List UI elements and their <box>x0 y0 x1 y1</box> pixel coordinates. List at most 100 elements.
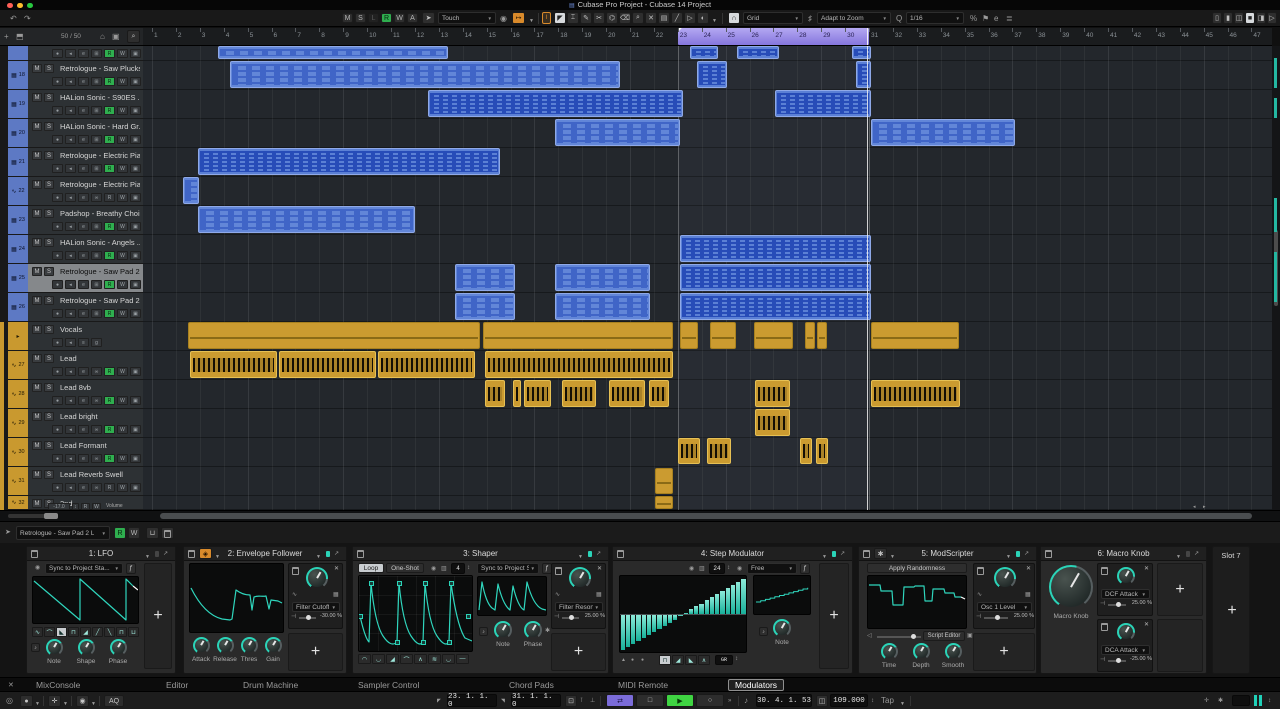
slider-handle[interactable] <box>995 615 1001 620</box>
write-automation-button[interactable]: W <box>117 193 128 202</box>
track-name[interactable]: Retrologue - Electric Pia...rt <box>60 180 140 189</box>
audio-quantize-button[interactable]: AQ <box>104 695 124 707</box>
midi-event[interactable] <box>455 293 515 320</box>
automation-mode-dropdown[interactable]: Touch ▼ <box>438 12 496 24</box>
monitor-icon[interactable]: ◂ <box>65 193 76 202</box>
volume-icon[interactable]: ◁ <box>867 632 872 639</box>
trash-icon[interactable] <box>977 567 984 575</box>
snap-point-button[interactable]: ✛ <box>48 695 61 707</box>
step-tool-0[interactable]: ▲ <box>621 657 626 663</box>
lfo-shape-7[interactable]: ⊓ <box>116 627 127 637</box>
edit-instrument-icon[interactable]: ▣ <box>130 483 141 492</box>
step-bar[interactable] <box>736 582 741 614</box>
curve-preset-4[interactable]: ∧ <box>414 654 427 664</box>
undo-icon[interactable]: ↶ <box>10 14 17 24</box>
playhead-marker[interactable] <box>867 28 868 45</box>
curve-type-icon[interactable]: ∿ <box>977 591 982 598</box>
trash-icon[interactable] <box>555 567 562 575</box>
edit-instrument-icon[interactable]: ▣ <box>130 367 141 376</box>
step-bar[interactable] <box>699 603 704 614</box>
curve-handle[interactable] <box>449 581 454 586</box>
trash-icon[interactable] <box>292 567 299 575</box>
read-automation-button[interactable]: R <box>114 527 126 539</box>
grid-type-dropdown[interactable]: Adapt to Zoom ▼ <box>817 12 891 24</box>
edit-channel-icon[interactable]: e <box>78 280 89 289</box>
audio-activity-icon[interactable]: ◎ <box>6 696 13 706</box>
midi-event[interactable] <box>680 293 871 320</box>
curve-handle[interactable] <box>421 640 426 645</box>
freeze-icon[interactable]: ⊞ <box>91 222 102 231</box>
modscripter-display[interactable] <box>867 575 967 629</box>
redo-icon[interactable]: ↷ <box>24 14 31 24</box>
punch-out-icon[interactable]: ⊥ <box>590 696 595 706</box>
mute-button[interactable]: M <box>32 267 42 276</box>
audio-event[interactable] <box>485 380 505 407</box>
edit-instrument-icon[interactable]: ▣ <box>130 425 141 434</box>
monitor-icon[interactable]: ◂ <box>65 106 76 115</box>
midi-event[interactable] <box>690 46 718 59</box>
curve-preset-3[interactable]: ⌒ <box>400 654 413 664</box>
note-sync-button[interactable]: ♪ <box>479 627 488 636</box>
step-bar[interactable] <box>741 579 746 614</box>
track-color-band[interactable]: ∿ 27 <box>8 351 28 379</box>
lfo-shape-3[interactable]: ⊓ <box>68 627 79 637</box>
suspend-automation-icon[interactable]: ◉ <box>500 14 507 24</box>
midi-event[interactable] <box>680 235 871 262</box>
chevron-down-icon[interactable]: ▼ <box>35 699 40 709</box>
write-automation-button[interactable]: W <box>117 396 128 405</box>
read-automation-button[interactable]: R <box>104 280 115 289</box>
midi-event[interactable] <box>871 119 1015 146</box>
track-name[interactable]: Lead Formant <box>60 441 140 450</box>
midi-event[interactable] <box>198 206 415 233</box>
curve-handle[interactable] <box>466 614 471 619</box>
amount-slider[interactable] <box>984 615 1008 620</box>
track-color-band[interactable]: ▸ <box>8 322 28 350</box>
stop-button[interactable]: □ <box>636 694 664 707</box>
curve-type-icon[interactable]: ∿ <box>555 591 560 598</box>
record-enable-icon[interactable]: ● <box>52 425 63 434</box>
audio-event[interactable] <box>649 380 669 407</box>
solo-button[interactable]: S <box>44 354 54 363</box>
midi-event[interactable] <box>680 264 871 291</box>
trash-icon[interactable] <box>357 550 364 558</box>
event-display[interactable]: ◂ ▸ <box>143 46 1272 510</box>
part-event[interactable] <box>680 322 698 349</box>
solo-button[interactable]: S <box>44 383 54 392</box>
curve-preset-1[interactable]: ◡ <box>372 654 385 664</box>
steps-stepper[interactable]: ↕ <box>727 565 730 571</box>
edit-instrument-icon[interactable]: ▣ <box>130 77 141 86</box>
snap-icon[interactable]: ∩ <box>728 12 740 24</box>
monitor-icon[interactable]: ◂ <box>65 338 76 347</box>
tab-modulators[interactable]: Modulators <box>728 679 785 691</box>
mute-button[interactable]: M <box>32 238 42 247</box>
mute-button[interactable]: M <box>32 296 42 305</box>
cursor-icon[interactable]: ➤ <box>422 12 435 24</box>
add-destination-button[interactable]: + <box>551 633 606 671</box>
read-automation-button[interactable]: R <box>104 222 115 231</box>
audio-event[interactable] <box>816 438 828 464</box>
panel-menu-icon[interactable]: ▼ <box>1176 552 1181 562</box>
link-to-selected-track-icon[interactable]: ➤ <box>5 528 11 538</box>
tab-midi-remote[interactable]: MIDI Remote <box>612 679 674 691</box>
mute-button[interactable]: M <box>32 64 42 73</box>
freeze-icon[interactable]: ⊞ <box>91 164 102 173</box>
hscroll-thumb[interactable] <box>160 513 1252 519</box>
track-row[interactable]: ▸ M S Vocals ● ◂ ≡ ɡ <box>8 322 143 351</box>
output-routing-icon[interactable]: ✛ <box>1204 696 1209 706</box>
timeline-ruler[interactable]: 1 2 3 4 5 6 7 8 9 10 11 12 13 14 15 16 17 18 19 20 21 22 23 24 2… <box>143 28 1272 46</box>
monitor-icon[interactable]: ◂ <box>65 454 76 463</box>
read-automation-button[interactable]: R <box>104 425 115 434</box>
freeze-icon[interactable]: ∞ <box>91 425 102 434</box>
edit-channel-icon[interactable]: e <box>78 222 89 231</box>
step-bar[interactable] <box>683 612 688 614</box>
setup-toolbar-button[interactable]: ▷ <box>1267 12 1277 24</box>
track-color-band[interactable]: ∿ 29 <box>8 409 28 437</box>
open-in-window-icon[interactable]: ↗ <box>596 549 601 559</box>
solo-button[interactable]: S <box>44 296 54 305</box>
read-automation-button[interactable]: R <box>104 367 115 376</box>
close-icon[interactable]: ✕ <box>1026 565 1031 572</box>
curve-handle[interactable] <box>395 640 400 645</box>
close-icon[interactable]: ✕ <box>1144 565 1149 572</box>
record-enable-icon[interactable]: ● <box>52 454 63 463</box>
lfo-sync-dropdown[interactable]: Sync to Project Sta... ▼ <box>45 563 123 574</box>
